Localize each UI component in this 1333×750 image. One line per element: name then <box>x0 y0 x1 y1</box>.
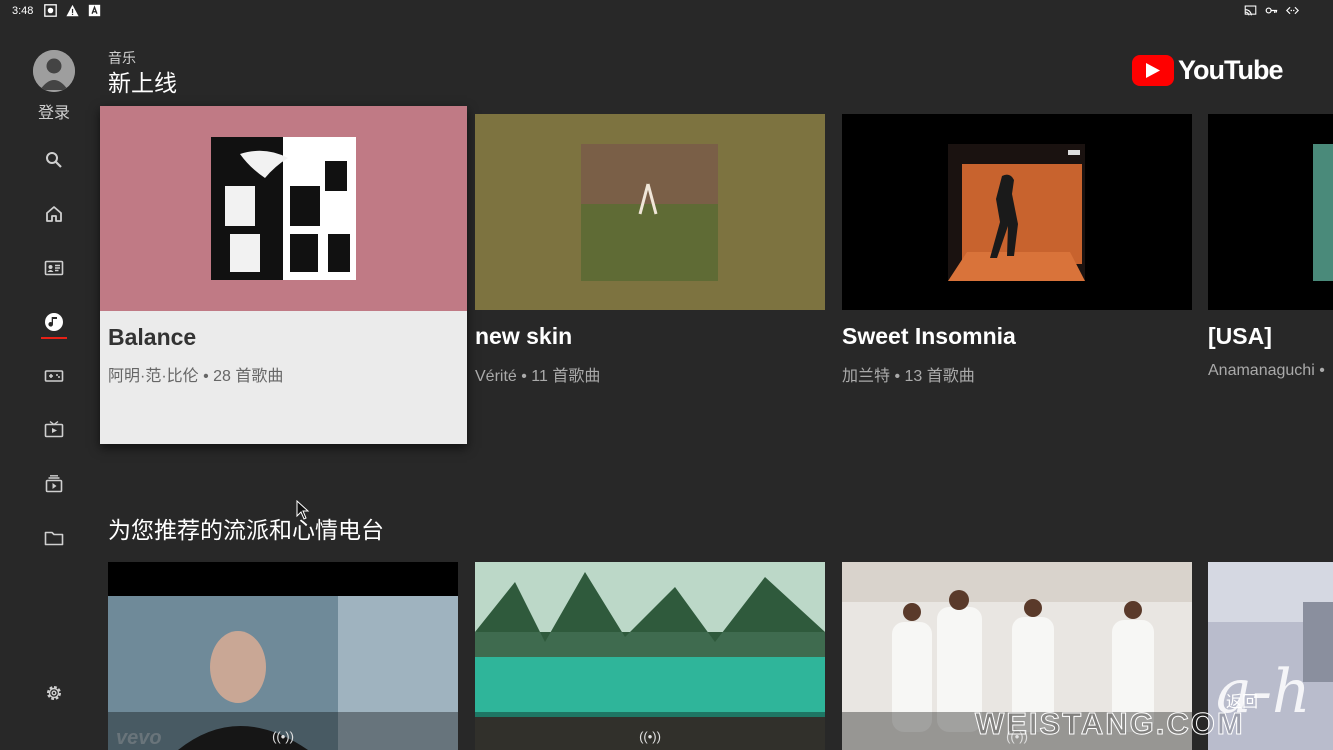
album-subtitle: Anamanaguchi • <box>1208 362 1325 379</box>
album-title: Sweet Insomnia <box>842 323 1016 349</box>
mouse-cursor-icon <box>296 500 310 520</box>
sidebar-item-home[interactable] <box>44 204 64 224</box>
sidebar: 登录 <box>0 40 108 740</box>
radio-row-title: 为您推荐的流派和心情电台 <box>108 517 384 543</box>
sidebar-item-gaming[interactable] <box>44 366 64 386</box>
search-icon <box>46 152 62 168</box>
sidebar-item-queue[interactable] <box>44 474 64 494</box>
album-thumbnail <box>475 114 825 310</box>
gaming-icon <box>44 370 64 382</box>
sidebar-item-settings[interactable] <box>44 683 64 703</box>
sidebar-item-subscriptions[interactable] <box>44 258 64 278</box>
subscriptions-icon <box>44 260 64 276</box>
album-subtitle: Vérité • 11 首歌曲 <box>475 368 601 385</box>
radio-icon: ((•)) <box>639 729 661 744</box>
album-subtitle: 加兰特 • 13 首歌曲 <box>842 368 975 385</box>
screenshot-icon <box>44 4 57 17</box>
cast-icon <box>1244 5 1257 16</box>
album-title: Balance <box>108 324 197 350</box>
album-card-new-skin[interactable]: new skin Vérité • 11 首歌曲 <box>475 114 825 394</box>
warning-icon <box>66 4 79 17</box>
radio-icon: ((•)) <box>272 729 294 744</box>
album-thumbnail <box>842 114 1192 310</box>
radio-card-1[interactable]: vevo ((•)) <box>108 562 458 750</box>
code-icon <box>1286 6 1299 15</box>
a-badge-icon <box>88 4 101 17</box>
folder-icon <box>44 531 64 546</box>
sidebar-item-library[interactable] <box>44 528 64 548</box>
home-icon <box>46 206 62 222</box>
album-card-usa[interactable]: [USA] Anamanaguchi • <box>1208 114 1333 394</box>
avatar[interactable] <box>33 50 75 92</box>
youtube-wordmark: YouTube <box>1178 55 1283 85</box>
sidebar-item-search[interactable] <box>44 150 64 170</box>
tv-icon <box>44 420 64 438</box>
album-title: new skin <box>475 323 573 349</box>
album-thumbnail <box>1208 114 1333 310</box>
album-card-sweet-insomnia[interactable]: Sweet Insomnia 加兰特 • 13 首歌曲 <box>842 114 1192 394</box>
music-icon <box>45 313 63 331</box>
album-card-balance[interactable]: Balance 阿明·范·比伦 • 28 首歌曲 <box>100 106 467 444</box>
youtube-play-icon <box>1132 55 1174 86</box>
active-tab-indicator <box>41 337 67 339</box>
album-title: [USA] <box>1208 323 1272 349</box>
radio-card-2[interactable]: ((•)) <box>475 562 825 750</box>
section-title: 新上线 <box>108 70 177 96</box>
album-thumbnail <box>100 106 467 311</box>
vpn-key-icon <box>1265 7 1278 14</box>
account-icon <box>33 50 75 92</box>
sidebar-item-music[interactable] <box>44 312 64 332</box>
watermark: WEISTANG.COM <box>975 706 1245 742</box>
status-time: 3:48 <box>12 5 34 17</box>
status-bar: 3:48 <box>0 0 1333 24</box>
album-subtitle: 阿明·范·比伦 • 28 首歌曲 <box>108 368 284 385</box>
login-label[interactable]: 登录 <box>0 99 108 123</box>
sidebar-item-tv[interactable] <box>44 420 64 440</box>
queue-icon <box>45 475 63 493</box>
youtube-logo: YouTube <box>1132 55 1283 86</box>
settings-icon <box>47 686 61 700</box>
